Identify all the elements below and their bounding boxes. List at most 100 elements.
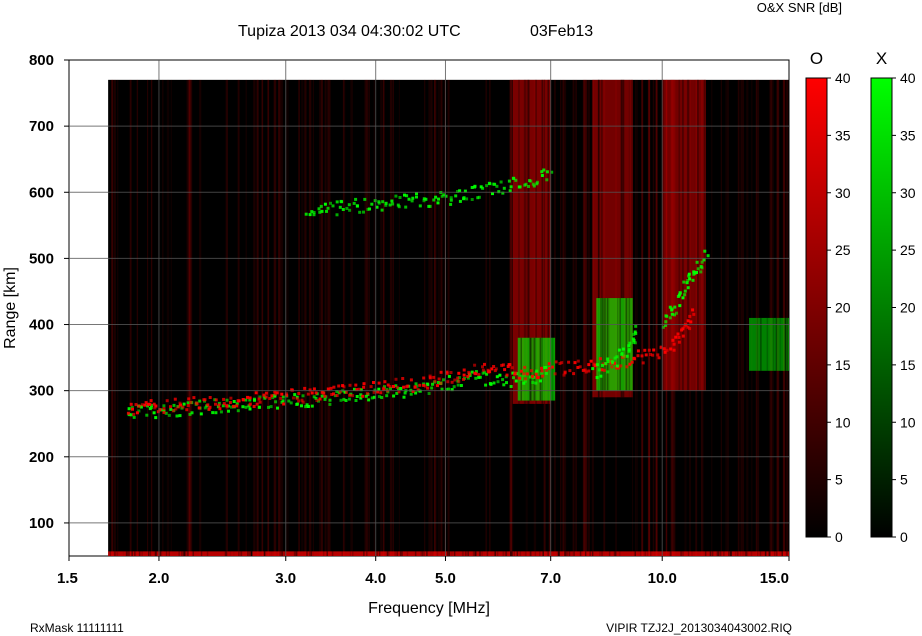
band-streak [406,551,409,556]
y-tick-label: 100 [29,515,54,532]
echo-pixel [677,293,681,297]
band-streak [181,551,183,556]
echo-pixel [527,185,530,188]
band-streak [573,551,575,556]
echo-pixel [428,204,432,208]
echo-pixel [252,397,256,401]
band-streak [617,298,619,391]
echo-pixel [257,397,261,401]
band-streak [730,551,732,556]
echo-pixel [380,208,384,212]
echo-pixel [395,385,399,389]
echo-pixel [379,391,383,395]
echo-pixel [640,354,644,358]
echo-pixel [630,360,634,364]
echo-pixel [488,370,492,374]
echo-pixel [169,405,172,409]
band-streak [719,551,722,556]
band-streak [122,551,125,556]
echo-pixel [306,405,310,408]
echo-pixel [545,368,549,372]
echo-pixel [391,202,395,206]
band-streak [516,551,519,556]
band-streak [178,551,180,556]
echo-pixel [512,376,515,380]
band-streak [539,551,541,556]
echo-pixel [187,397,191,401]
band-streak [465,551,467,556]
band-streak [723,551,725,556]
echo-pixel [129,402,133,406]
echo-pixel [535,180,539,184]
band-streak [608,551,611,556]
echo-pixel [402,395,406,399]
x-tick-label: 2.0 [149,570,170,587]
band-streak [584,551,587,556]
band-streak [154,551,157,556]
echo-pixel [519,369,523,373]
band-streak [428,551,430,556]
echo-pixel [195,402,199,406]
echo-pixel [534,381,538,385]
band-streak [786,551,788,556]
echo-pixel [501,363,505,367]
echo-pixel [229,396,233,400]
echo-pixel [477,375,481,379]
echo-pixel [545,178,549,182]
echo-pixel [322,391,326,395]
echo-pixel [137,404,141,408]
echo-pixel [162,411,166,414]
band-streak [462,551,464,556]
echo-pixel [351,394,355,398]
echo-pixel [310,404,314,408]
band-streak [756,551,759,556]
band-streak [575,551,577,556]
noise-streak [711,79,713,556]
echo-pixel [688,277,692,281]
echo-pixel [274,400,278,404]
echo-pixel [354,383,358,387]
band-streak [126,551,129,556]
band-streak [566,551,569,556]
echo-pixel [143,403,147,407]
noise-streak [287,79,289,556]
noise-streak [560,79,562,556]
colorbar-tick-label: 15 [900,357,916,373]
echo-pixel [236,409,240,413]
band-streak [431,551,433,556]
echo-pixel [237,399,241,403]
echo-pixel [367,398,371,402]
echo-pixel [598,357,602,361]
echo-pixel [456,383,460,387]
echo-pixel [377,201,381,205]
echo-pixel [481,371,485,375]
echo-pixel [634,332,638,335]
echo-pixel [442,378,445,382]
band-streak [519,551,522,556]
echo-pixel [228,401,232,404]
noise-streak [554,79,556,556]
footer-filename: VIPIR TZJ2J_2013034043002.RIQ [606,621,792,635]
echo-pixel [150,406,154,410]
echo-pixel [652,348,656,352]
noise-streak [585,79,588,556]
echo-pixel [248,407,252,411]
band-streak [625,298,627,391]
band-streak [777,317,779,371]
echo-pixel [703,249,707,253]
band-streak [704,551,707,556]
noise-streak [117,79,119,556]
echo-pixel [636,349,640,353]
noise-streak [274,79,277,556]
echo-pixel [381,200,385,204]
noise-streak [147,79,149,556]
echo-pixel [366,392,369,395]
noise-streak [312,79,314,556]
echo-pixel [335,213,339,217]
echo-pixel [279,396,283,400]
echo-pixel [456,376,460,380]
echo-pixel [392,385,395,388]
echo-pixel [214,411,218,415]
noise-streak [111,79,113,556]
echo-pixel [401,377,405,380]
